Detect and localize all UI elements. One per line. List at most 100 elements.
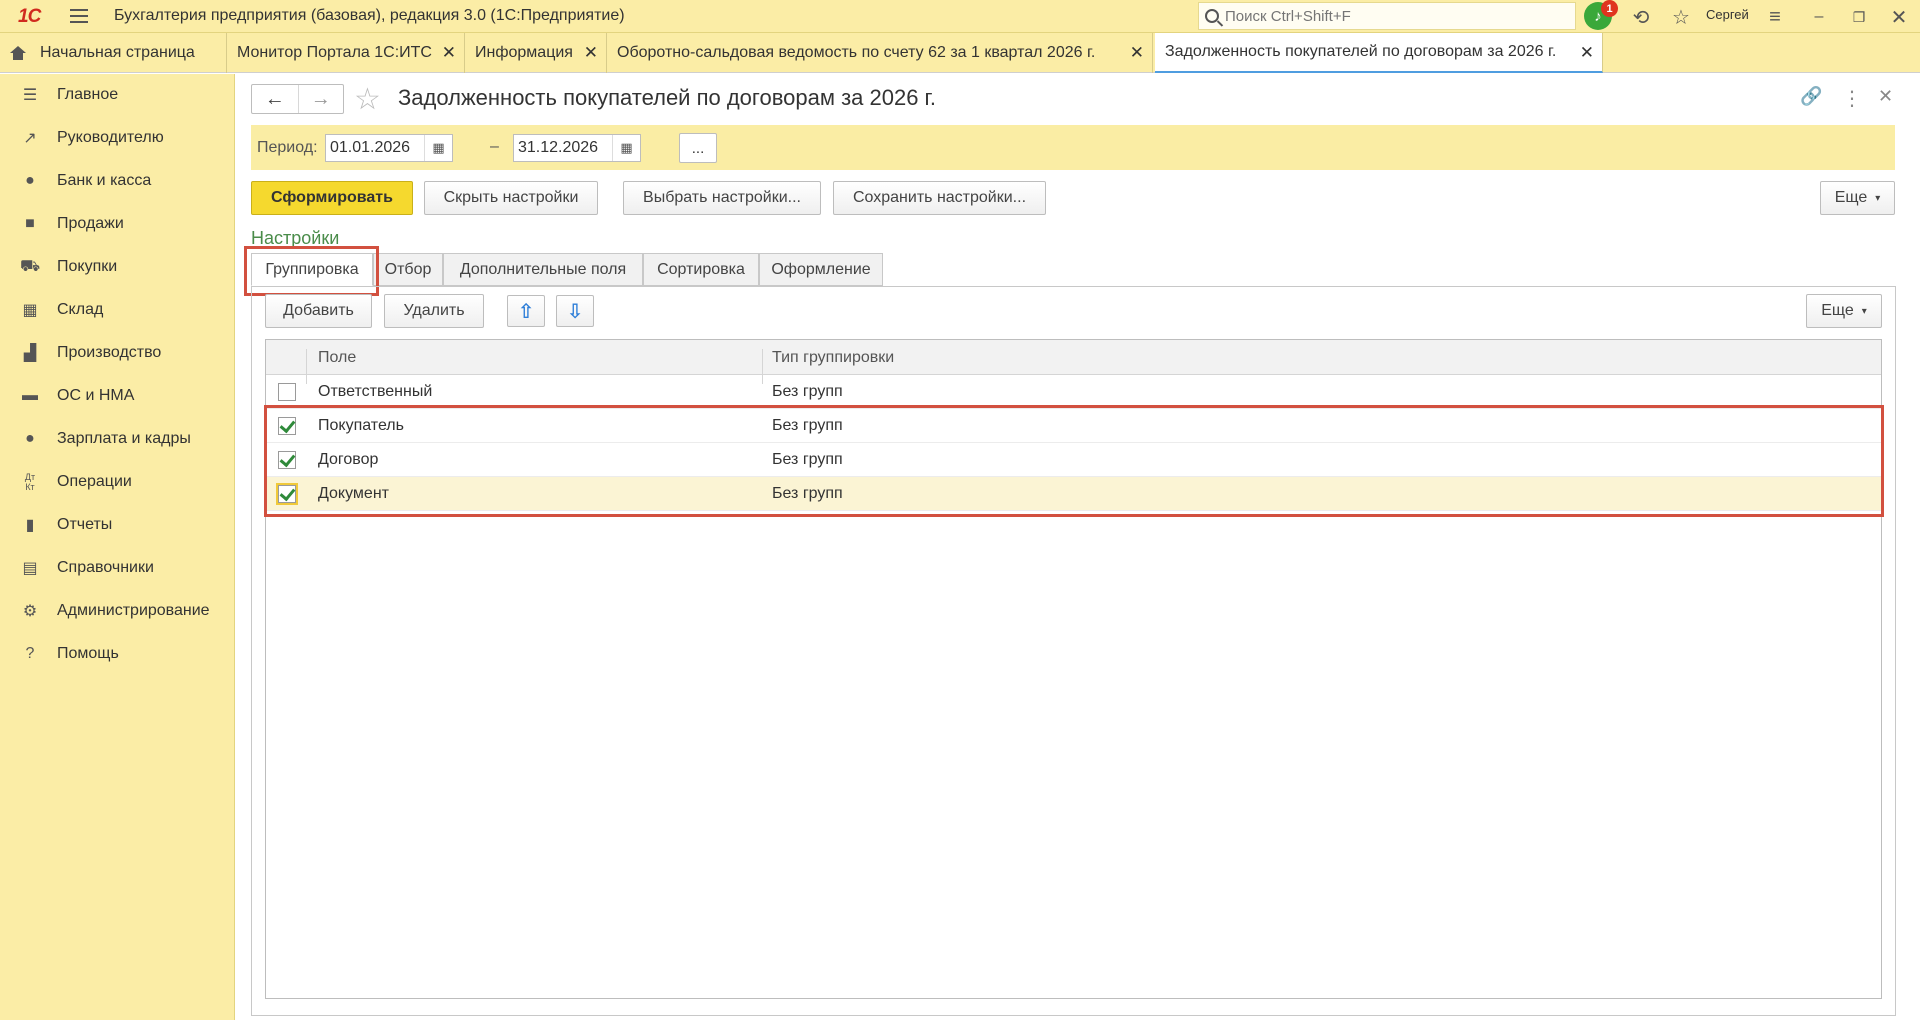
link-icon[interactable]: 🔗 — [1800, 86, 1822, 107]
add-button[interactable]: Добавить — [265, 294, 372, 328]
choose-settings-button[interactable]: Выбрать настройки... — [623, 181, 821, 215]
main-menu-icon[interactable] — [70, 9, 88, 23]
chevron-down-icon: ▾ — [1861, 305, 1867, 317]
bag-icon: ■ — [25, 215, 35, 232]
settings-menu-icon[interactable]: ≡ — [1762, 4, 1788, 30]
back-arrow-icon[interactable]: ← — [252, 85, 298, 113]
sidebar-item-fixed-assets[interactable]: ▬ ОС и НМА — [0, 376, 235, 416]
dt-kt-icon: Дт Кт — [24, 472, 36, 492]
sidebar: ☰ Главное ↗ Руководителю ● Банк и касса ■ Пр… — [0, 74, 235, 1020]
grouping-more-button[interactable]: Еще ▾ — [1806, 294, 1882, 328]
sidebar-item-main[interactable]: ☰ Главное — [0, 75, 235, 115]
table-row[interactable]: Покупатель Без групп — [266, 409, 1881, 443]
date-to-input[interactable] — [514, 139, 612, 157]
tab-its-monitor[interactable]: Монитор Портала 1С:ИТС ✕ — [227, 33, 465, 73]
history-icon[interactable]: ⟲ — [1628, 4, 1654, 30]
sidebar-item-production[interactable]: ▟ Производство — [0, 333, 235, 373]
move-up-button[interactable]: ⇧ — [507, 295, 545, 327]
row-checkbox[interactable] — [278, 383, 296, 401]
table-row-selected[interactable]: Документ Без групп — [266, 477, 1881, 511]
close-tab-icon[interactable]: ✕ — [584, 43, 598, 63]
sidebar-item-admin[interactable]: ⚙ Администрирование — [0, 591, 235, 631]
period-select-button[interactable]: ... — [679, 133, 717, 163]
close-tab-icon[interactable]: ✕ — [1130, 43, 1144, 63]
row-type: Без групп — [772, 451, 843, 468]
table-row[interactable]: Ответственный Без групп — [266, 375, 1881, 409]
date-from-field[interactable]: ▦ — [325, 134, 453, 162]
tab-label: Начальная страница — [40, 44, 195, 61]
sidebar-item-warehouse[interactable]: ▦ Склад — [0, 290, 235, 330]
column-header-field[interactable]: Поле — [318, 349, 356, 367]
date-to-field[interactable]: ▦ — [513, 134, 641, 162]
row-field: Документ — [318, 485, 389, 502]
person-icon: ● — [25, 430, 35, 447]
tab-filter[interactable]: Отбор — [373, 253, 443, 286]
sidebar-item-bank[interactable]: ● Банк и касса — [0, 161, 235, 201]
tab-information[interactable]: Информация ✕ — [465, 33, 607, 73]
tab-home[interactable]: Начальная страница — [0, 33, 227, 73]
close-form-icon[interactable]: ✕ — [1878, 86, 1893, 107]
notifications-bell-icon[interactable]: ♪ 1 — [1584, 0, 1618, 30]
minimize-icon[interactable]: – — [1806, 4, 1832, 30]
warehouse-icon: ▦ — [22, 302, 38, 319]
tab-additional-fields[interactable]: Дополнительные поля — [443, 253, 643, 286]
sidebar-item-label: Отчеты — [57, 516, 113, 533]
sidebar-item-purchases[interactable]: ⛟ Покупки — [0, 247, 235, 287]
more-vertical-icon[interactable]: ⋮ — [1842, 86, 1862, 111]
favorites-star-icon[interactable]: ☆ — [1668, 4, 1694, 30]
generate-button[interactable]: Сформировать — [251, 181, 413, 215]
arrow-up-icon: ⇧ — [517, 300, 535, 323]
close-window-icon[interactable]: ✕ — [1886, 4, 1912, 30]
bar-chart-icon: ▮ — [25, 517, 35, 534]
favorite-star-icon[interactable]: ☆ — [354, 82, 381, 117]
tab-grouping[interactable]: Группировка — [251, 253, 373, 286]
sidebar-item-payroll[interactable]: ● Зарплата и кадры — [0, 419, 235, 459]
delete-button[interactable]: Удалить — [384, 294, 484, 328]
sidebar-item-sales[interactable]: ■ Продажи — [0, 204, 235, 244]
global-search[interactable] — [1198, 2, 1576, 30]
row-type: Без групп — [772, 417, 843, 434]
calendar-icon[interactable]: ▦ — [424, 135, 452, 161]
row-checkbox[interactable] — [278, 417, 296, 435]
sidebar-item-reports[interactable]: ▮ Отчеты — [0, 505, 235, 545]
sidebar-item-label: Операции — [57, 473, 132, 490]
table-row[interactable]: Договор Без групп — [266, 443, 1881, 477]
open-tabs-bar: Начальная страница Монитор Портала 1С:ИТ… — [0, 33, 1920, 73]
close-tab-icon[interactable]: ✕ — [1580, 43, 1594, 63]
sidebar-item-help[interactable]: ? Помощь — [0, 634, 235, 674]
truck-icon: ▬ — [22, 387, 38, 404]
tab-appearance[interactable]: Оформление — [759, 253, 883, 286]
sidebar-item-management[interactable]: ↗ Руководителю — [0, 118, 235, 158]
column-header-type[interactable]: Тип группировки — [772, 349, 894, 367]
row-checkbox[interactable] — [276, 483, 298, 505]
more-label: Еще — [1821, 302, 1854, 319]
sidebar-item-catalogs[interactable]: ▤ Справочники — [0, 548, 235, 588]
row-field: Договор — [318, 451, 379, 468]
tab-label: Оборотно-сальдовая ведомость по счету 62… — [617, 44, 1096, 61]
move-down-button[interactable]: ⇩ — [556, 295, 594, 327]
row-field: Покупатель — [318, 417, 404, 434]
sidebar-item-label: Справочники — [57, 559, 154, 576]
search-input[interactable] — [1225, 7, 1565, 25]
tab-sorting[interactable]: Сортировка — [643, 253, 759, 286]
more-button[interactable]: Еще ▾ — [1820, 181, 1895, 215]
restore-icon[interactable]: ❐ — [1846, 4, 1872, 30]
date-from-input[interactable] — [326, 139, 424, 157]
sidebar-item-label: Помощь — [57, 645, 119, 662]
sidebar-item-operations[interactable]: Дт Кт Операции — [0, 462, 235, 502]
gear-icon: ⚙ — [22, 603, 38, 620]
close-tab-icon[interactable]: ✕ — [442, 43, 456, 63]
factory-icon: ▟ — [23, 345, 37, 362]
search-icon — [1205, 9, 1219, 23]
tab-receivables-report[interactable]: Задолженность покупателей по договорам з… — [1155, 33, 1603, 73]
user-name[interactable]: Сергей — [1706, 7, 1749, 22]
row-type: Без групп — [772, 383, 843, 400]
app-logo[interactable]: 1С — [18, 6, 54, 27]
row-checkbox[interactable] — [278, 451, 296, 469]
settings-title: Настройки — [251, 228, 340, 248]
forward-arrow-icon[interactable]: → — [297, 85, 344, 113]
hide-settings-button[interactable]: Скрыть настройки — [424, 181, 598, 215]
save-settings-button[interactable]: Сохранить настройки... — [833, 181, 1046, 215]
calendar-icon[interactable]: ▦ — [612, 135, 640, 161]
tab-osv-62[interactable]: Оборотно-сальдовая ведомость по счету 62… — [607, 33, 1153, 73]
